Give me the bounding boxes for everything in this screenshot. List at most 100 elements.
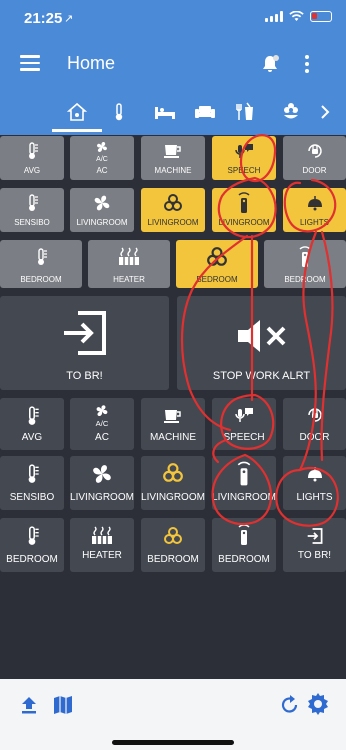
biohazard-icon: [141, 526, 205, 546]
tile-speech[interactable]: SPEECH: [212, 398, 276, 450]
coffee-icon: [141, 408, 205, 424]
dashboard-grid: AVG A/C AC MACHINE SPEECH DOOR SENSIBO L…: [0, 136, 346, 679]
tile-livingroom-fan-small[interactable]: LIVINGROOM: [70, 188, 134, 232]
tile-speech-small[interactable]: SPEECH: [212, 136, 276, 180]
tile-to-br[interactable]: TO BR!: [283, 518, 346, 572]
tile-label: DOOR: [299, 432, 330, 443]
tile-machine[interactable]: MACHINE: [141, 398, 205, 450]
tile-livingroom-hazard[interactable]: LIVINGROOM: [141, 456, 205, 510]
chevron-right-icon[interactable]: [310, 98, 340, 126]
menu-icon[interactable]: [20, 55, 40, 71]
tile-label: SENSIBO: [9, 492, 55, 503]
tile-label: SENSIBO: [14, 218, 50, 227]
tile-stop-work-alert-big[interactable]: STOP WORK ALRT: [177, 296, 346, 390]
tile-label: AVG: [23, 166, 41, 175]
thermometer-icon[interactable]: [104, 98, 134, 126]
map-icon[interactable]: [52, 694, 74, 716]
tile-livingroom-hazard-small[interactable]: LIVINGROOM: [141, 188, 205, 232]
tile-door[interactable]: DOOR: [283, 398, 346, 450]
tile-lights[interactable]: LIGHTS: [283, 456, 346, 510]
fan-icon: A/C: [70, 140, 134, 162]
tile-livingroom-remote-small[interactable]: LIVINGROOM: [212, 188, 276, 232]
tile-label: AVG: [21, 432, 43, 443]
thermometer-icon: [0, 464, 64, 484]
volume-mute-icon: [177, 318, 346, 354]
tile-label: AC: [96, 166, 108, 175]
notifications-bell-icon[interactable]: [260, 54, 280, 74]
tile-sensibo[interactable]: SENSIBO: [0, 456, 64, 510]
tile-ac[interactable]: A/C AC: [70, 398, 134, 450]
tile-sensibo-small[interactable]: SENSIBO: [0, 188, 64, 232]
tile-lights-small[interactable]: LIGHTS: [283, 188, 346, 232]
tile-label: TO BR!: [66, 370, 103, 382]
tile-bedroom-temp-small[interactable]: BEDROOM: [0, 240, 82, 288]
tile-label: LIVINGROOM: [70, 492, 134, 503]
bed-icon[interactable]: [150, 98, 180, 126]
kitchen-icon[interactable]: [230, 98, 260, 126]
tile-label: STOP WORK ALRT: [212, 370, 311, 382]
home-indicator: [112, 740, 234, 745]
tile-avg-small[interactable]: AVG: [0, 136, 64, 180]
tile-livingroom-remote[interactable]: LIVINGROOM: [212, 456, 276, 510]
tile-label: LIVINGROOM: [76, 218, 128, 227]
tile-bedroom-remote-small[interactable]: BEDROOM: [264, 240, 346, 288]
tile-label: BEDROOM: [218, 554, 270, 565]
tile-door-small[interactable]: DOOR: [283, 136, 346, 180]
upload-icon[interactable]: [20, 695, 38, 715]
tile-machine-small[interactable]: MACHINE: [141, 136, 205, 180]
tile-heater-small[interactable]: HEATER: [88, 240, 170, 288]
microphone-speech-icon: [212, 406, 276, 426]
tile-avg[interactable]: AVG: [0, 398, 64, 450]
tile-bedroom-hazard[interactable]: BEDROOM: [141, 518, 205, 572]
tile-label: BEDROOM: [196, 275, 238, 284]
tile-bedroom-remote[interactable]: BEDROOM: [212, 518, 276, 572]
thermometer-icon: [0, 194, 64, 212]
refresh-icon[interactable]: [280, 694, 300, 716]
settings-gear-icon[interactable]: [306, 692, 330, 716]
fan-icon: [70, 462, 134, 486]
tile-label: BEDROOM: [147, 554, 199, 565]
tile-label: MACHINE: [149, 432, 197, 443]
biohazard-icon: [176, 246, 258, 268]
tile-label: BEDROOM: [6, 554, 58, 565]
biohazard-icon: [141, 193, 205, 213]
tile-label: MACHINE: [154, 166, 192, 175]
tile-livingroom-fan[interactable]: LIVINGROOM: [70, 456, 134, 510]
thermometer-icon: [0, 248, 82, 266]
remote-control-icon: [212, 461, 276, 487]
remote-control-icon: [264, 245, 346, 269]
thermometer-icon: [0, 406, 64, 426]
tile-heater[interactable]: HEATER: [70, 518, 134, 572]
tile-ac-small[interactable]: A/C AC: [70, 136, 134, 180]
tile-to-br-big[interactable]: TO BR!: [0, 296, 169, 390]
tile-label: LIVINGROOM: [218, 218, 270, 227]
tile-label: TO BR!: [297, 550, 332, 561]
tile-label: AC: [95, 432, 109, 443]
home-automation-icon[interactable]: [52, 98, 102, 132]
remote-control-icon: [212, 192, 276, 214]
tile-label: BEDROOM: [20, 275, 62, 284]
thermometer-icon: [0, 526, 64, 546]
tile-label: LIVINGROOM: [212, 492, 276, 503]
ceiling-light-icon: [283, 195, 346, 211]
flower-icon[interactable]: [276, 98, 306, 126]
radiator-icon: [88, 247, 170, 267]
door-lock-icon: [283, 406, 346, 424]
tile-label: SPEECH: [223, 432, 265, 443]
tile-label: LIGHTS: [300, 218, 329, 227]
signal-icon: [265, 11, 283, 22]
sofa-icon[interactable]: [190, 98, 220, 126]
tile-label: LIVINGROOM: [147, 218, 199, 227]
view-tabs: [0, 92, 346, 132]
app-header: 21:25 ↗ Home: [0, 0, 346, 135]
status-time: 21:25: [24, 10, 63, 27]
remote-control-icon: [212, 524, 276, 546]
tile-bedroom-temp[interactable]: BEDROOM: [0, 518, 64, 572]
biohazard-icon: [141, 462, 205, 484]
more-options-icon[interactable]: [305, 55, 311, 76]
tile-label: DOOR: [302, 166, 327, 175]
svg-text:A/C: A/C: [96, 156, 108, 162]
coffee-icon: [141, 143, 205, 159]
door-lock-icon: [283, 142, 346, 160]
tile-bedroom-hazard-small[interactable]: BEDROOM: [176, 240, 258, 288]
